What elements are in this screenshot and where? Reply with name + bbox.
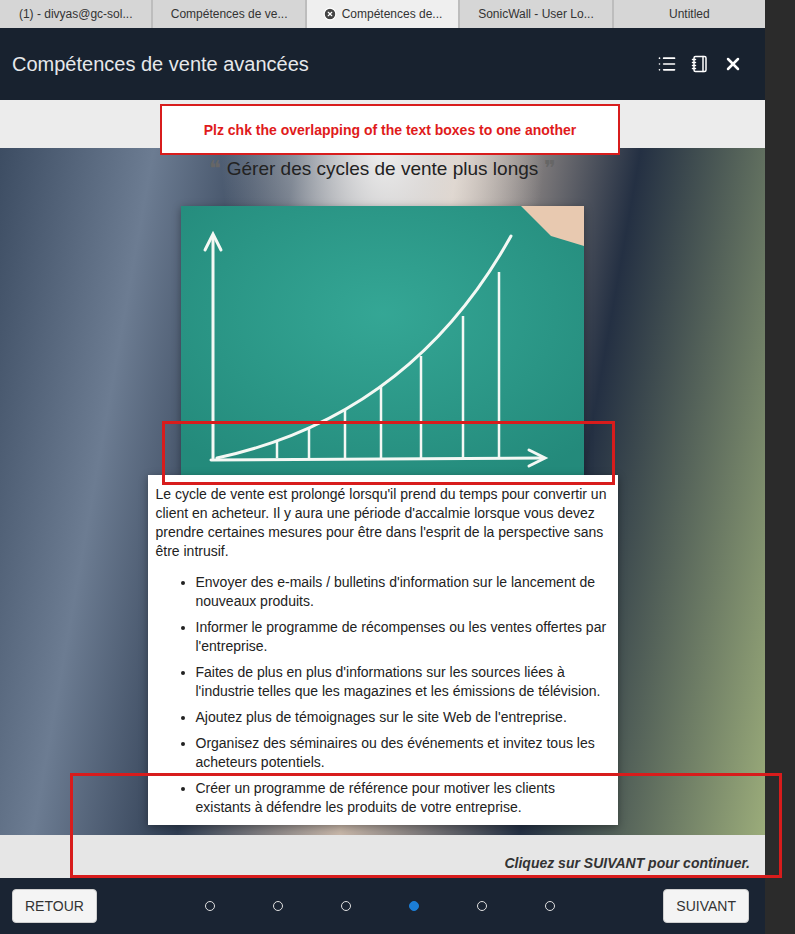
browser-tab-label: Compétences de... — [342, 7, 443, 21]
next-button[interactable]: SUIVANT — [663, 889, 749, 923]
close-tab-icon[interactable] — [323, 7, 337, 21]
close-icon[interactable] — [723, 54, 743, 74]
browser-tab-bar: (1) - divyas@gc-sol... Compétences de ve.… — [0, 0, 765, 28]
page-dot[interactable] — [409, 901, 419, 911]
slide-title: ❝Gérer des cycles de vente plus longs❞ — [209, 158, 557, 180]
page-dot[interactable] — [273, 901, 283, 911]
bullet-list: Envoyer des e-mails / bulletins d'inform… — [156, 573, 610, 817]
browser-tab[interactable]: Compétences de ve... — [153, 0, 304, 28]
side-strip — [765, 0, 795, 934]
bottom-overlap-highlight — [70, 773, 782, 878]
course-header: Compétences de vente avancées — [0, 28, 765, 100]
content-block: Le cycle de vente est prolongé lorsqu'il… — [148, 206, 618, 825]
browser-tab[interactable]: SonicWall - User Lo... — [460, 0, 611, 28]
menu-list-icon[interactable] — [657, 54, 677, 74]
browser-tab-label: Untitled — [669, 7, 710, 21]
bullet-item: Créer un programme de référence pour mot… — [196, 779, 610, 817]
browser-tab[interactable]: Compétences de... — [307, 0, 458, 28]
review-annotation: Plz chk the overlapping of the text boxe… — [160, 104, 620, 155]
notebook-icon[interactable] — [691, 55, 709, 73]
continue-hint: Cliquez sur SUIVANT pour continuer. — [0, 854, 765, 878]
page-dots — [205, 901, 555, 911]
course-title: Compétences de vente avancées — [12, 53, 309, 76]
header-tools — [657, 54, 743, 74]
app-window: (1) - divyas@gc-sol... Compétences de ve.… — [0, 0, 765, 934]
browser-tab-label: SonicWall - User Lo... — [478, 7, 594, 21]
page-dot[interactable] — [477, 901, 487, 911]
quote-open: ❝ — [209, 158, 221, 180]
bullet-item: Faites de plus en plus d'informations su… — [196, 663, 610, 701]
slide-stage: Plz chk the overlapping of the text boxe… — [0, 100, 765, 878]
page-dot[interactable] — [545, 901, 555, 911]
text-card: Le cycle de vente est prolongé lorsqu'il… — [148, 475, 618, 825]
chart-image — [181, 206, 584, 475]
browser-tab[interactable]: Untitled — [614, 0, 765, 28]
bullet-item: Envoyer des e-mails / bulletins d'inform… — [196, 573, 610, 611]
browser-tab-label: (1) - divyas@gc-sol... — [19, 7, 133, 21]
browser-tab-label: Compétences de ve... — [171, 7, 288, 21]
page-dot[interactable] — [205, 901, 215, 911]
bullet-item: Informer le programme de récompenses ou … — [196, 618, 610, 656]
bullet-item: Organisez des séminaires ou des événemen… — [196, 734, 610, 772]
intro-paragraph: Le cycle de vente est prolongé lorsqu'il… — [156, 485, 610, 561]
page-dot[interactable] — [341, 901, 351, 911]
bullet-item: Ajoutez plus de témoignages sur le site … — [196, 708, 610, 727]
browser-tab[interactable]: (1) - divyas@gc-sol... — [0, 0, 151, 28]
slide-navigation: RETOUR SUIVANT — [0, 878, 765, 934]
screen: (1) - divyas@gc-sol... Compétences de ve.… — [0, 0, 795, 934]
back-button[interactable]: RETOUR — [12, 889, 97, 923]
quote-close: ❞ — [544, 158, 556, 180]
